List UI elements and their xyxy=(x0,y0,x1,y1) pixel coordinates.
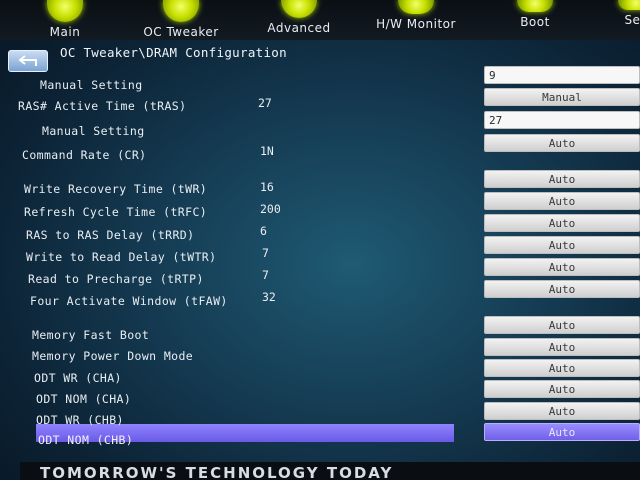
command-rate-select[interactable]: Auto xyxy=(484,134,640,152)
trrd-select[interactable]: Auto xyxy=(484,214,640,232)
tras-manual-input[interactable]: 27 xyxy=(484,111,640,129)
setting-label: RAS# Active Time (tRAS) xyxy=(18,99,187,113)
odt-wr-cha-select[interactable]: Auto xyxy=(484,359,640,377)
setting-label: ODT WR (CHB) xyxy=(36,413,124,427)
twr-select[interactable]: Auto xyxy=(484,170,640,188)
setting-current-value: 32 xyxy=(262,290,276,304)
setting-label: Write to Read Delay (tWTR) xyxy=(26,250,217,264)
nav-oc-tweaker[interactable]: OC Tweaker xyxy=(138,0,224,40)
oc-tweaker-icon xyxy=(163,0,199,22)
nav-security[interactable]: Sec xyxy=(616,0,640,40)
nav-advanced[interactable]: Advanced xyxy=(264,0,334,40)
setting-label: Write Recovery Time (tWR) xyxy=(24,182,208,196)
odt-nom-cha-select[interactable]: Auto xyxy=(484,380,640,398)
setting-label: Manual Setting xyxy=(42,124,145,138)
memory-power-down-select[interactable]: Auto xyxy=(484,338,640,356)
nav-boot-label: Boot xyxy=(520,15,550,29)
memory-fast-boot-select[interactable]: Auto xyxy=(484,316,640,334)
setting-current-value: 7 xyxy=(262,268,269,282)
boot-icon xyxy=(517,0,553,12)
setting-label: Manual Setting xyxy=(40,78,143,92)
trtp-select[interactable]: Auto xyxy=(484,258,640,276)
odt-nom-chb-select[interactable]: Auto xyxy=(484,423,640,441)
trp-manual-input[interactable]: 9 xyxy=(484,66,640,84)
setting-current-value: 16 xyxy=(260,180,274,194)
setting-current-value: 1N xyxy=(260,144,274,158)
nav-oc-tweaker-label: OC Tweaker xyxy=(143,25,219,39)
top-navigation-bar: Main OC Tweaker Advanced H/W Monitor Boo… xyxy=(0,0,640,40)
setting-label: Command Rate (CR) xyxy=(22,148,147,162)
nav-hw-monitor-label: H/W Monitor xyxy=(376,17,456,31)
setting-label: Four Activate Window (tFAW) xyxy=(30,294,228,308)
home-icon xyxy=(47,0,83,22)
monitor-icon xyxy=(398,0,434,14)
setting-label: ODT WR (CHA) xyxy=(34,371,122,385)
footer-slogan: TOMORROW'S TECHNOLOGY TODAY xyxy=(40,464,394,480)
back-button[interactable] xyxy=(8,50,48,72)
setting-current-value: 7 xyxy=(262,246,269,260)
setting-label: Refresh Cycle Time (tRFC) xyxy=(24,205,208,219)
nav-main[interactable]: Main xyxy=(40,0,90,40)
setting-label: Read to Precharge (tRTP) xyxy=(28,272,204,286)
nav-main-label: Main xyxy=(49,25,81,39)
tras-select[interactable]: Manual xyxy=(484,88,640,106)
setting-label: Memory Fast Boot xyxy=(32,328,150,342)
security-icon xyxy=(618,0,640,10)
nav-security-label: Sec xyxy=(624,13,640,27)
footer-banner: TOMORROW'S TECHNOLOGY TODAY xyxy=(20,462,640,480)
odt-wr-chb-select[interactable]: Auto xyxy=(484,402,640,420)
setting-label: ODT NOM (CHB) xyxy=(38,433,134,447)
nav-advanced-label: Advanced xyxy=(267,21,331,35)
setting-label: RAS to RAS Delay (tRRD) xyxy=(26,228,195,242)
nav-hw-monitor[interactable]: H/W Monitor xyxy=(370,0,462,40)
back-arrow-icon xyxy=(18,55,37,66)
advanced-icon xyxy=(281,0,317,18)
nav-boot[interactable]: Boot xyxy=(512,0,558,40)
breadcrumb: OC Tweaker\DRAM Configuration xyxy=(60,45,287,60)
setting-label: ODT NOM (CHA) xyxy=(36,392,132,406)
setting-current-value: 6 xyxy=(260,224,267,238)
tfaw-select[interactable]: Auto xyxy=(484,280,640,298)
setting-label: Memory Power Down Mode xyxy=(32,349,194,363)
setting-current-value: 27 xyxy=(258,96,272,110)
setting-current-value: 200 xyxy=(260,202,281,216)
twtr-select[interactable]: Auto xyxy=(484,236,640,254)
trfc-select[interactable]: Auto xyxy=(484,192,640,210)
